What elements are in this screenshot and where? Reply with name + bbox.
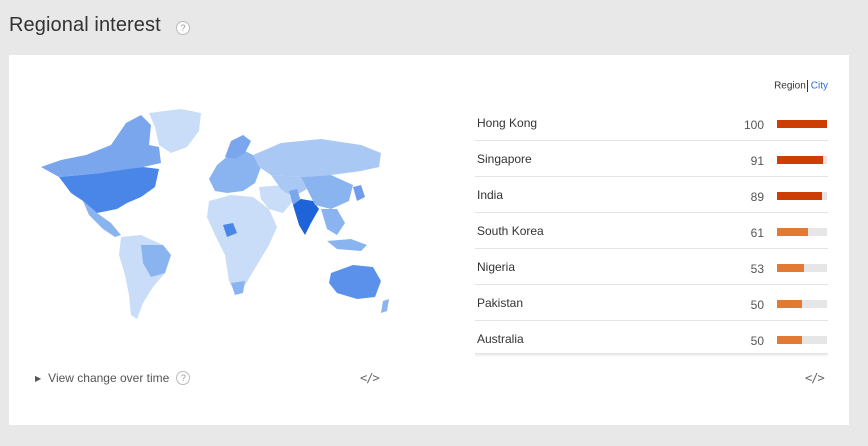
regional-interest-card: ▶ View change over time ? </> Region City… (9, 55, 849, 425)
list-scroll-shadow (475, 353, 828, 357)
list-item[interactable]: Nigeria 53 (475, 249, 828, 285)
help-icon[interactable]: ? (176, 371, 191, 385)
map-africa (207, 195, 277, 293)
region-name: Hong Kong (477, 116, 538, 130)
map-korea-japan (353, 185, 365, 201)
list-item[interactable]: Australia 50 (475, 321, 828, 357)
bar-track (777, 120, 827, 128)
region-value: 50 (750, 298, 764, 312)
bar-track (777, 300, 827, 308)
embed-code-icon[interactable]: </> (805, 371, 825, 385)
map-russia (253, 139, 381, 177)
list-item[interactable]: South Korea 61 (475, 213, 828, 249)
region-name: South Korea (477, 224, 544, 238)
embed-code-icon[interactable]: </> (360, 371, 380, 385)
value-bar (777, 156, 823, 164)
page-title: Regional interest (9, 14, 161, 36)
region-value: 89 (750, 190, 764, 204)
region-name: Singapore (477, 152, 532, 166)
list-item[interactable]: Pakistan 50 (475, 285, 828, 321)
region-city-toggle: Region City (774, 80, 828, 92)
world-map[interactable] (31, 105, 391, 330)
view-change-over-time-link[interactable]: ▶ View change over time ? (35, 371, 191, 385)
toggle-region[interactable]: Region (774, 81, 806, 92)
map-southeast-asia (321, 209, 345, 235)
list-item[interactable]: Hong Kong 100 (475, 105, 828, 141)
expand-triangle-icon: ▶ (35, 373, 42, 383)
bar-track (777, 156, 827, 164)
help-icon[interactable]: ? (176, 21, 190, 35)
value-bar (777, 120, 827, 128)
bar-track (777, 336, 827, 344)
bar-track (777, 264, 827, 272)
region-name: Nigeria (477, 260, 516, 274)
map-indonesia (327, 239, 367, 251)
region-name: India (477, 188, 504, 202)
value-bar (777, 336, 802, 344)
toggle-divider (806, 80, 808, 92)
region-value: 100 (743, 118, 764, 132)
view-change-label: View change over time (48, 371, 170, 385)
region-value: 53 (750, 262, 764, 276)
bar-track (777, 192, 827, 200)
region-name: Australia (477, 332, 524, 346)
region-value: 50 (750, 334, 764, 348)
map-new-zealand (381, 299, 389, 313)
map-australia (329, 265, 381, 299)
list-item[interactable]: Singapore 91 (475, 141, 828, 177)
value-bar (777, 192, 822, 200)
region-value: 91 (750, 154, 764, 168)
region-value: 61 (750, 226, 764, 240)
value-bar (777, 228, 808, 236)
value-bar (777, 264, 804, 272)
toggle-city[interactable]: City (811, 81, 828, 92)
list-item[interactable]: India 89 (475, 177, 828, 213)
region-list: Hong Kong 100 Singapore 91 India 89 Sout… (475, 105, 828, 357)
region-name: Pakistan (477, 296, 524, 310)
value-bar (777, 300, 802, 308)
bar-track (777, 228, 827, 236)
map-south-africa (231, 281, 245, 295)
map-greenland (149, 109, 201, 153)
